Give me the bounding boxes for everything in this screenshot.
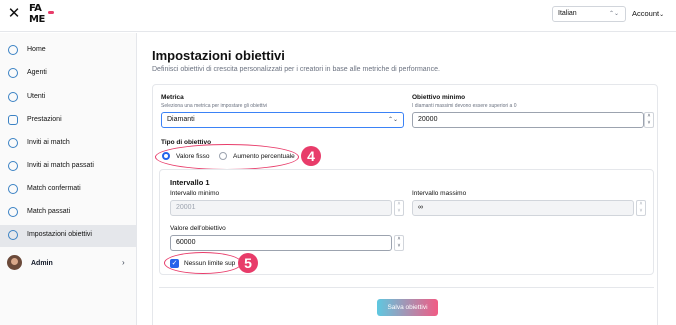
metric-hint: Seleziona una metrica per impostare gli …: [161, 103, 268, 109]
sidebar-item-home[interactable]: Home: [0, 40, 137, 62]
sidebar-item-impostazioni-obiettivi[interactable]: Impostazioni obiettivi: [0, 225, 137, 247]
sidebar-item-match-passati[interactable]: Match passati: [0, 202, 137, 224]
admin-label: Admin: [31, 260, 53, 267]
min-goal-input[interactable]: 20000: [412, 112, 644, 128]
goal-value-label: Valore dell'obiettivo: [170, 225, 226, 232]
goal-value-stepper[interactable]: ˄ ˅: [394, 235, 404, 251]
interval-max-stepper[interactable]: ˄ ˅: [636, 200, 646, 216]
interval-max-input[interactable]: ∞: [412, 200, 634, 216]
select-arrows-icon: ⌃⌄: [608, 11, 619, 17]
logo-text-top: FA: [29, 3, 42, 14]
radio-label-valore-fisso: Valore fisso: [176, 153, 210, 160]
page-title: Impostazioni obiettivi: [152, 48, 285, 63]
interval-min-value: 20001: [176, 204, 196, 211]
top-bar: ✕ FA ME Italian ⌃⌄ Account⌄: [0, 0, 676, 32]
sidebar: Home Agenti Utenti Prestazioni Inviti ai…: [0, 33, 137, 325]
sidebar-item-label: Match passati: [27, 208, 71, 215]
logo-text-bottom: ME: [29, 14, 45, 25]
min-goal-value: 20000: [418, 116, 438, 123]
sidebar-item-label: Inviti ai match passati: [27, 162, 94, 169]
sidebar-item-label: Inviti ai match: [27, 139, 70, 146]
radio-valore-fisso[interactable]: [162, 152, 170, 160]
save-goals-button[interactable]: Salva obiettivi: [377, 299, 438, 316]
no-limit-label: Nessun limite sup: [184, 260, 236, 267]
metric-select[interactable]: Diamanti ⌃⌄: [161, 112, 404, 128]
annotation-badge-5: 5: [238, 253, 258, 273]
radio-label-aumento-percentuale: Aumento percentuale: [233, 153, 295, 160]
close-icon[interactable]: ✕: [7, 6, 21, 21]
sidebar-item-agenti[interactable]: Agenti: [0, 63, 137, 85]
sidebar-item-prestazioni[interactable]: Prestazioni: [0, 110, 137, 132]
min-goal-label: Obiettivo minimo: [412, 94, 466, 101]
annotation-badge-4: 4: [301, 146, 321, 166]
sidebar-item-inviti-passati[interactable]: Inviti ai match passati: [0, 156, 137, 178]
avatar: [7, 255, 22, 270]
sidebar-item-utenti[interactable]: Utenti: [0, 87, 137, 109]
match-icon: [8, 184, 18, 194]
interval-max-value: ∞: [418, 204, 423, 211]
sidebar-item-label: Match confermati: [27, 185, 81, 192]
brand-logo[interactable]: FA ME: [29, 3, 54, 27]
person-icon: [8, 92, 18, 102]
home-icon: [8, 45, 18, 55]
account-label: Account: [632, 9, 660, 18]
interval-min-stepper[interactable]: ˄ ˅: [394, 200, 404, 216]
sidebar-item-inviti[interactable]: Inviti ai match: [0, 133, 137, 155]
select-arrows-icon: ⌃⌄: [387, 117, 398, 123]
chart-icon: [8, 115, 18, 125]
logo-accent: [48, 11, 54, 14]
sidebar-item-label: Prestazioni: [27, 116, 62, 123]
match-icon: [8, 138, 18, 148]
sidebar-item-label: Utenti: [27, 93, 46, 100]
chevron-down-icon: ⌄: [659, 12, 665, 18]
admin-profile[interactable]: Admin ›: [0, 252, 137, 276]
sidebar-item-label: Home: [27, 46, 46, 53]
goal-value: 60000: [176, 239, 196, 246]
interval-title: Intervallo 1: [170, 178, 210, 187]
no-limit-checkbox[interactable]: ✓: [170, 259, 179, 268]
interval-min-input[interactable]: 20001: [170, 200, 392, 216]
metric-value: Diamanti: [167, 116, 195, 123]
radio-aumento-percentuale[interactable]: [219, 152, 227, 160]
chevron-right-icon: ›: [122, 258, 125, 267]
divider: [159, 287, 654, 288]
sidebar-item-label: Impostazioni obiettivi: [27, 231, 92, 238]
metric-label: Metrica: [161, 94, 184, 101]
sidebar-item-match-confermati[interactable]: Match confermati: [0, 179, 137, 201]
min-goal-stepper[interactable]: ˄ ˅: [644, 112, 654, 128]
person-icon: [8, 68, 18, 78]
language-select[interactable]: Italian ⌃⌄: [552, 6, 626, 22]
language-value: Italian: [558, 10, 577, 17]
gear-icon: [8, 230, 18, 240]
goal-value-input[interactable]: 60000: [170, 235, 392, 251]
sidebar-item-label: Agenti: [27, 69, 47, 76]
account-menu[interactable]: Account⌄: [632, 9, 664, 18]
min-goal-hint: I diamanti massimi devono essere superio…: [412, 103, 517, 109]
match-icon: [8, 207, 18, 217]
interval-max-label: Intervallo massimo: [412, 190, 467, 197]
page-subtitle: Definisci obiettivi di crescita personal…: [152, 66, 440, 73]
match-icon: [8, 161, 18, 171]
interval-min-label: Intervallo minimo: [170, 190, 220, 197]
